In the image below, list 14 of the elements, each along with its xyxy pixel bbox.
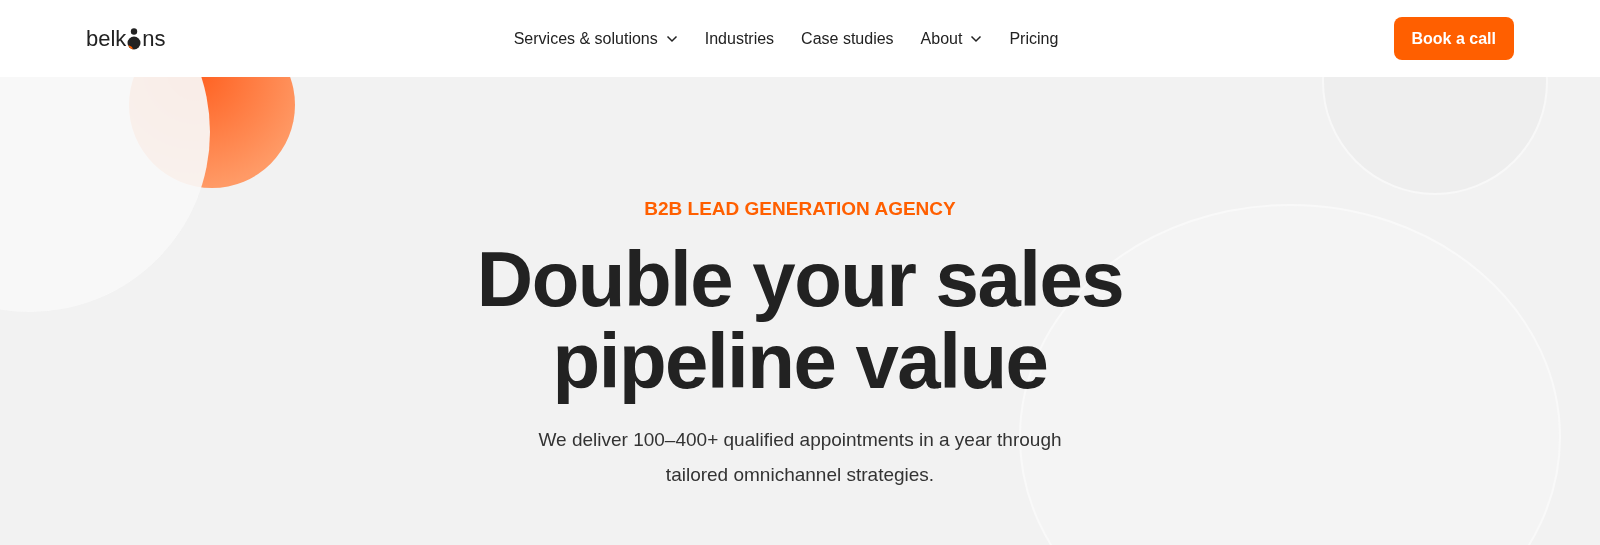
- subtitle-text: tailored omnichannel strategies.: [665, 463, 935, 487]
- person-icon: [127, 27, 142, 50]
- headline: Double your sales: [476, 238, 1124, 320]
- nav-link[interactable]: About: [920, 29, 983, 48]
- nav-link[interactable]: Pricing: [1009, 29, 1059, 48]
- chevron-down-icon: [970, 34, 983, 43]
- logo-text: ns: [142, 25, 166, 52]
- eyebrow-text: B2B LEAD GENERATION AGENCY: [644, 198, 956, 220]
- logo-text: belk: [86, 25, 127, 52]
- nav-link[interactable]: Services & solutions: [513, 29, 678, 48]
- chevron-down-icon: [665, 34, 678, 43]
- nav-link[interactable]: Case studies: [801, 29, 894, 48]
- nav-link[interactable]: Industries: [704, 29, 775, 48]
- subtitle-text: We deliver 100–400+ qualified appointments in a year through: [538, 428, 1062, 452]
